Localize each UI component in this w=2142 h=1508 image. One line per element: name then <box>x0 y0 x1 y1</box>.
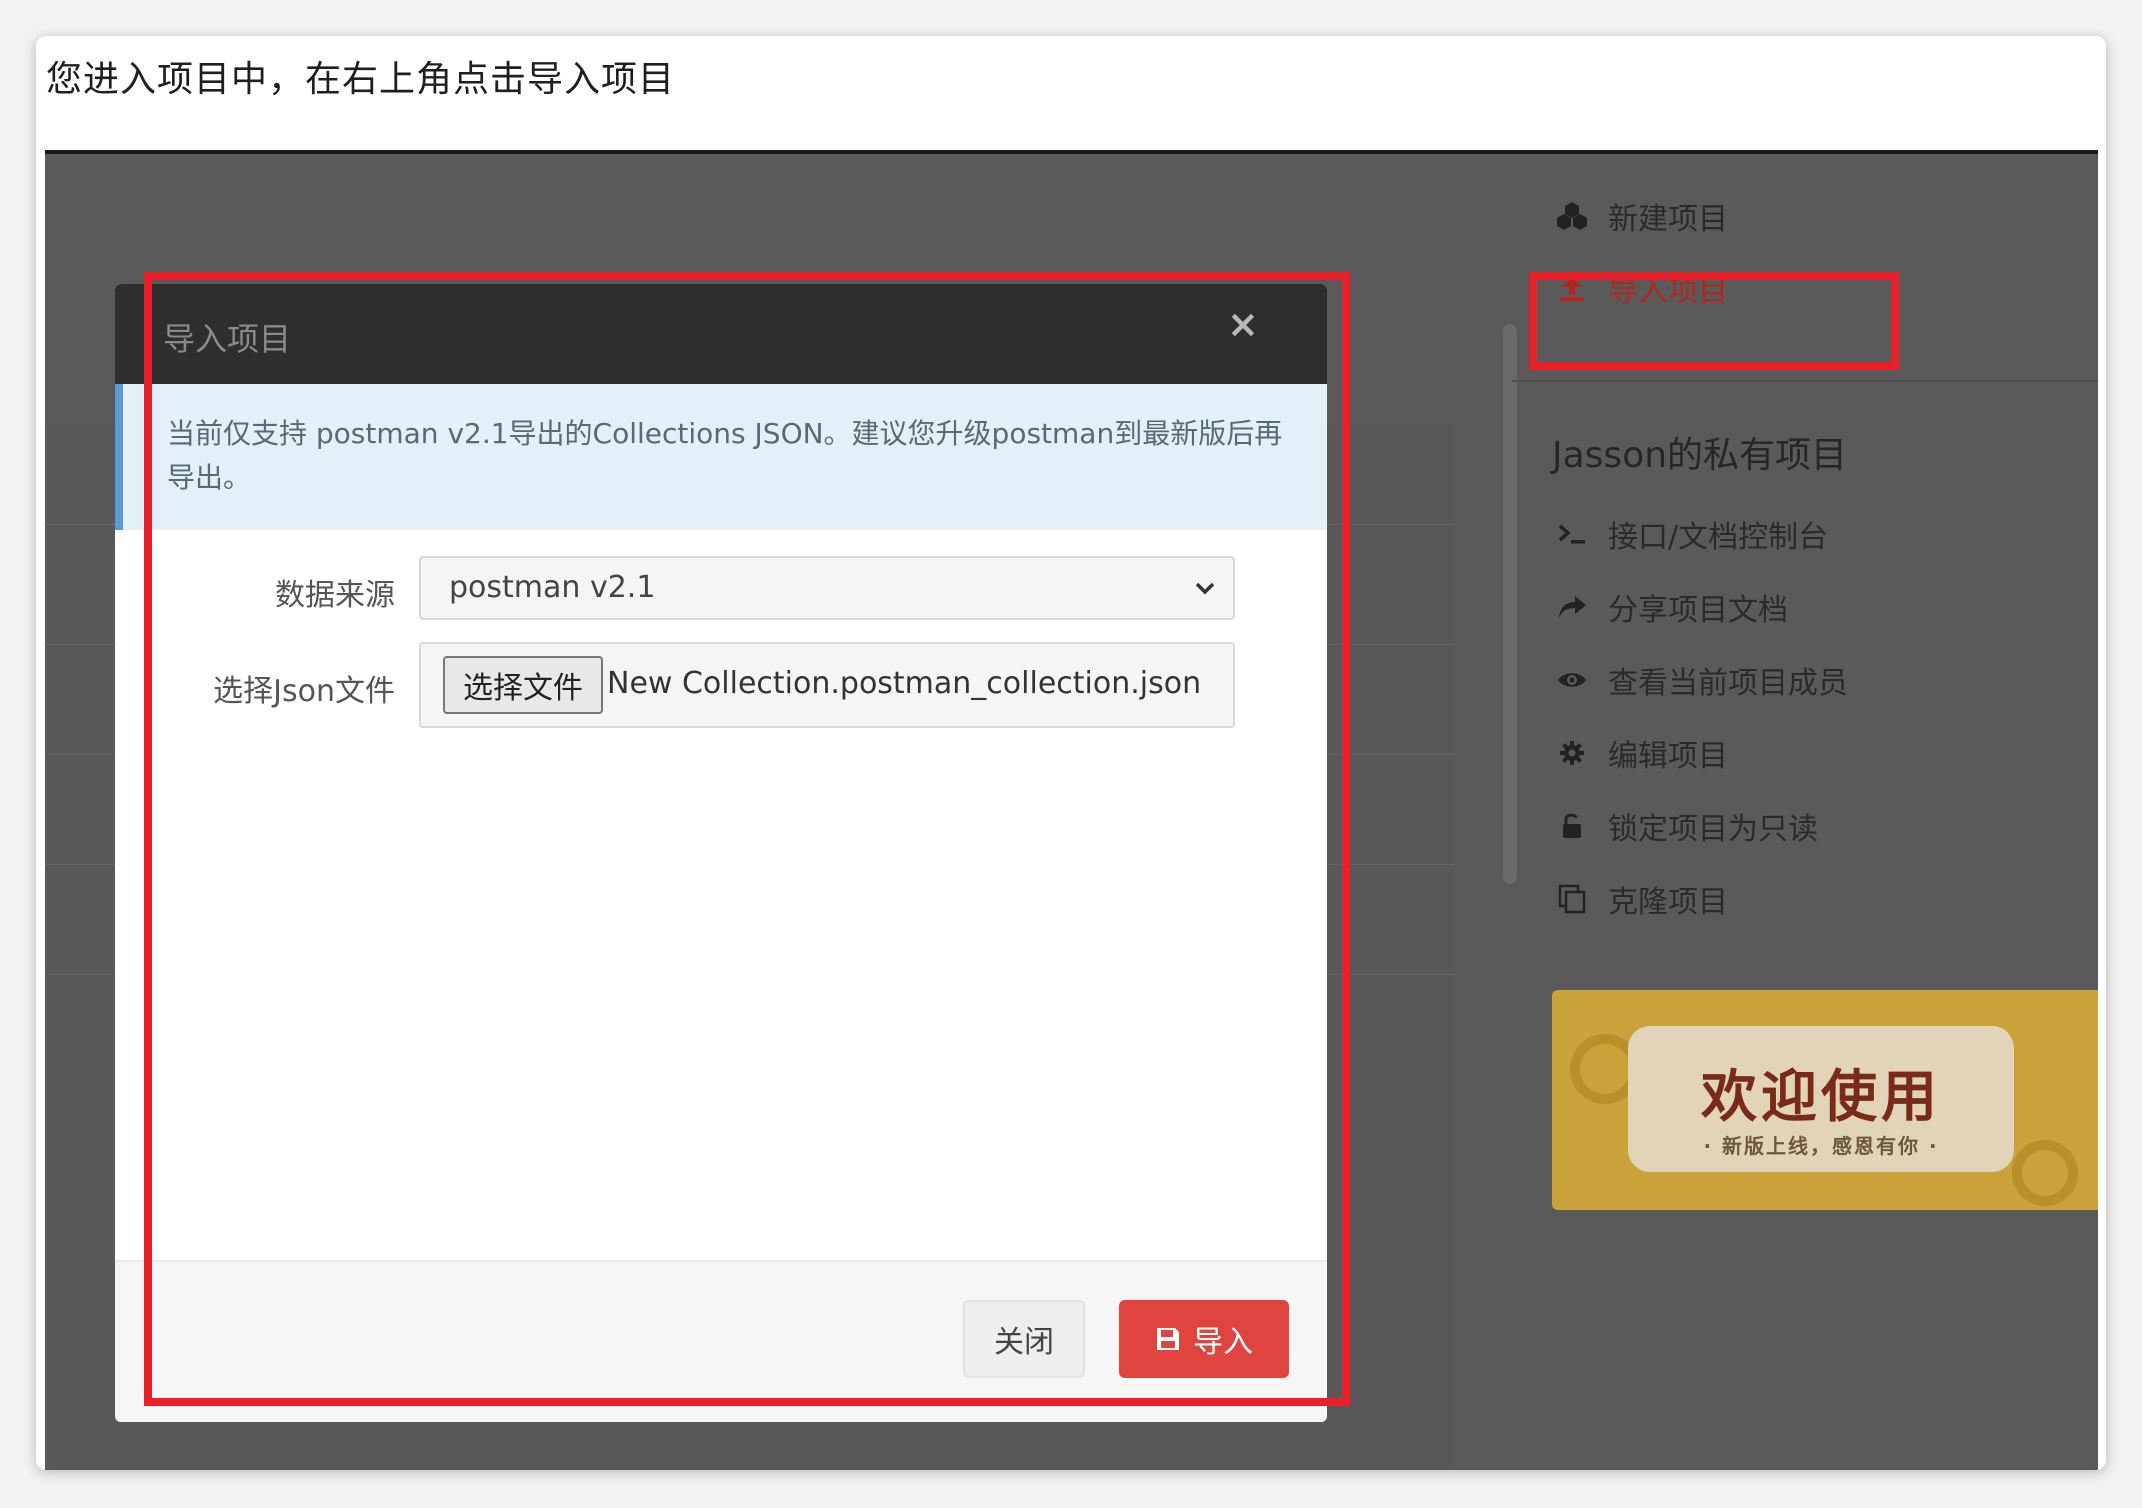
unlock-icon <box>1552 812 1592 840</box>
new-project-label: 新建项目 <box>1608 202 1728 237</box>
eye-icon <box>1552 669 1592 691</box>
sidebar-item-label: 编辑项目 <box>1608 739 1728 774</box>
banner-title: 欢迎使用 <box>1701 1065 1941 1130</box>
sidebar-item-clone[interactable]: 克隆项目 <box>1552 877 1728 921</box>
annotation-box-dialog <box>144 272 1350 1406</box>
cubes-icon <box>1552 201 1592 231</box>
new-project-link[interactable]: 新建项目 <box>1552 194 1728 238</box>
decor-ring <box>2012 1140 2078 1206</box>
sidebar-item-share[interactable]: 分享项目文档 <box>1552 585 1788 629</box>
banner-panel: 欢迎使用 · 新版上线，感恩有你 · <box>1628 1026 2014 1172</box>
terminal-icon <box>1552 522 1592 546</box>
gear-icon <box>1552 739 1592 767</box>
private-projects-title: Jasson的私有项目 <box>1552 435 1848 476</box>
annotation-box-import-link <box>1529 272 1899 370</box>
instruction-text: 您进入项目中，在右上角点击导入项目 <box>46 59 676 100</box>
sidebar-item-members[interactable]: 查看当前项目成员 <box>1552 658 1848 702</box>
share-icon <box>1552 594 1592 620</box>
sidebar-item-lock[interactable]: 锁定项目为只读 <box>1552 804 1818 848</box>
sidebar-item-label: 查看当前项目成员 <box>1608 666 1848 701</box>
sidebar-item-edit[interactable]: 编辑项目 <box>1552 731 1728 775</box>
sidebar-item-label: 分享项目文档 <box>1608 593 1788 628</box>
copy-icon <box>1552 884 1592 914</box>
sidebar-divider <box>1512 380 2098 382</box>
tutorial-card: 您进入项目中，在右上角点击导入项目 新建项目 导入项目 Jasson的私有项目 <box>36 36 2106 1470</box>
sidebar-item-label: 锁定项目为只读 <box>1608 812 1818 847</box>
sidebar-item-label: 接口/文档控制台 <box>1608 520 1829 555</box>
sidebar-item-label: 克隆项目 <box>1608 885 1728 920</box>
welcome-banner[interactable]: 欢迎使用 · 新版上线，感恩有你 · <box>1552 990 2098 1210</box>
banner-subtitle: · 新版上线，感恩有你 · <box>1703 1134 1939 1158</box>
sidebar-item-console[interactable]: 接口/文档控制台 <box>1552 512 1828 556</box>
